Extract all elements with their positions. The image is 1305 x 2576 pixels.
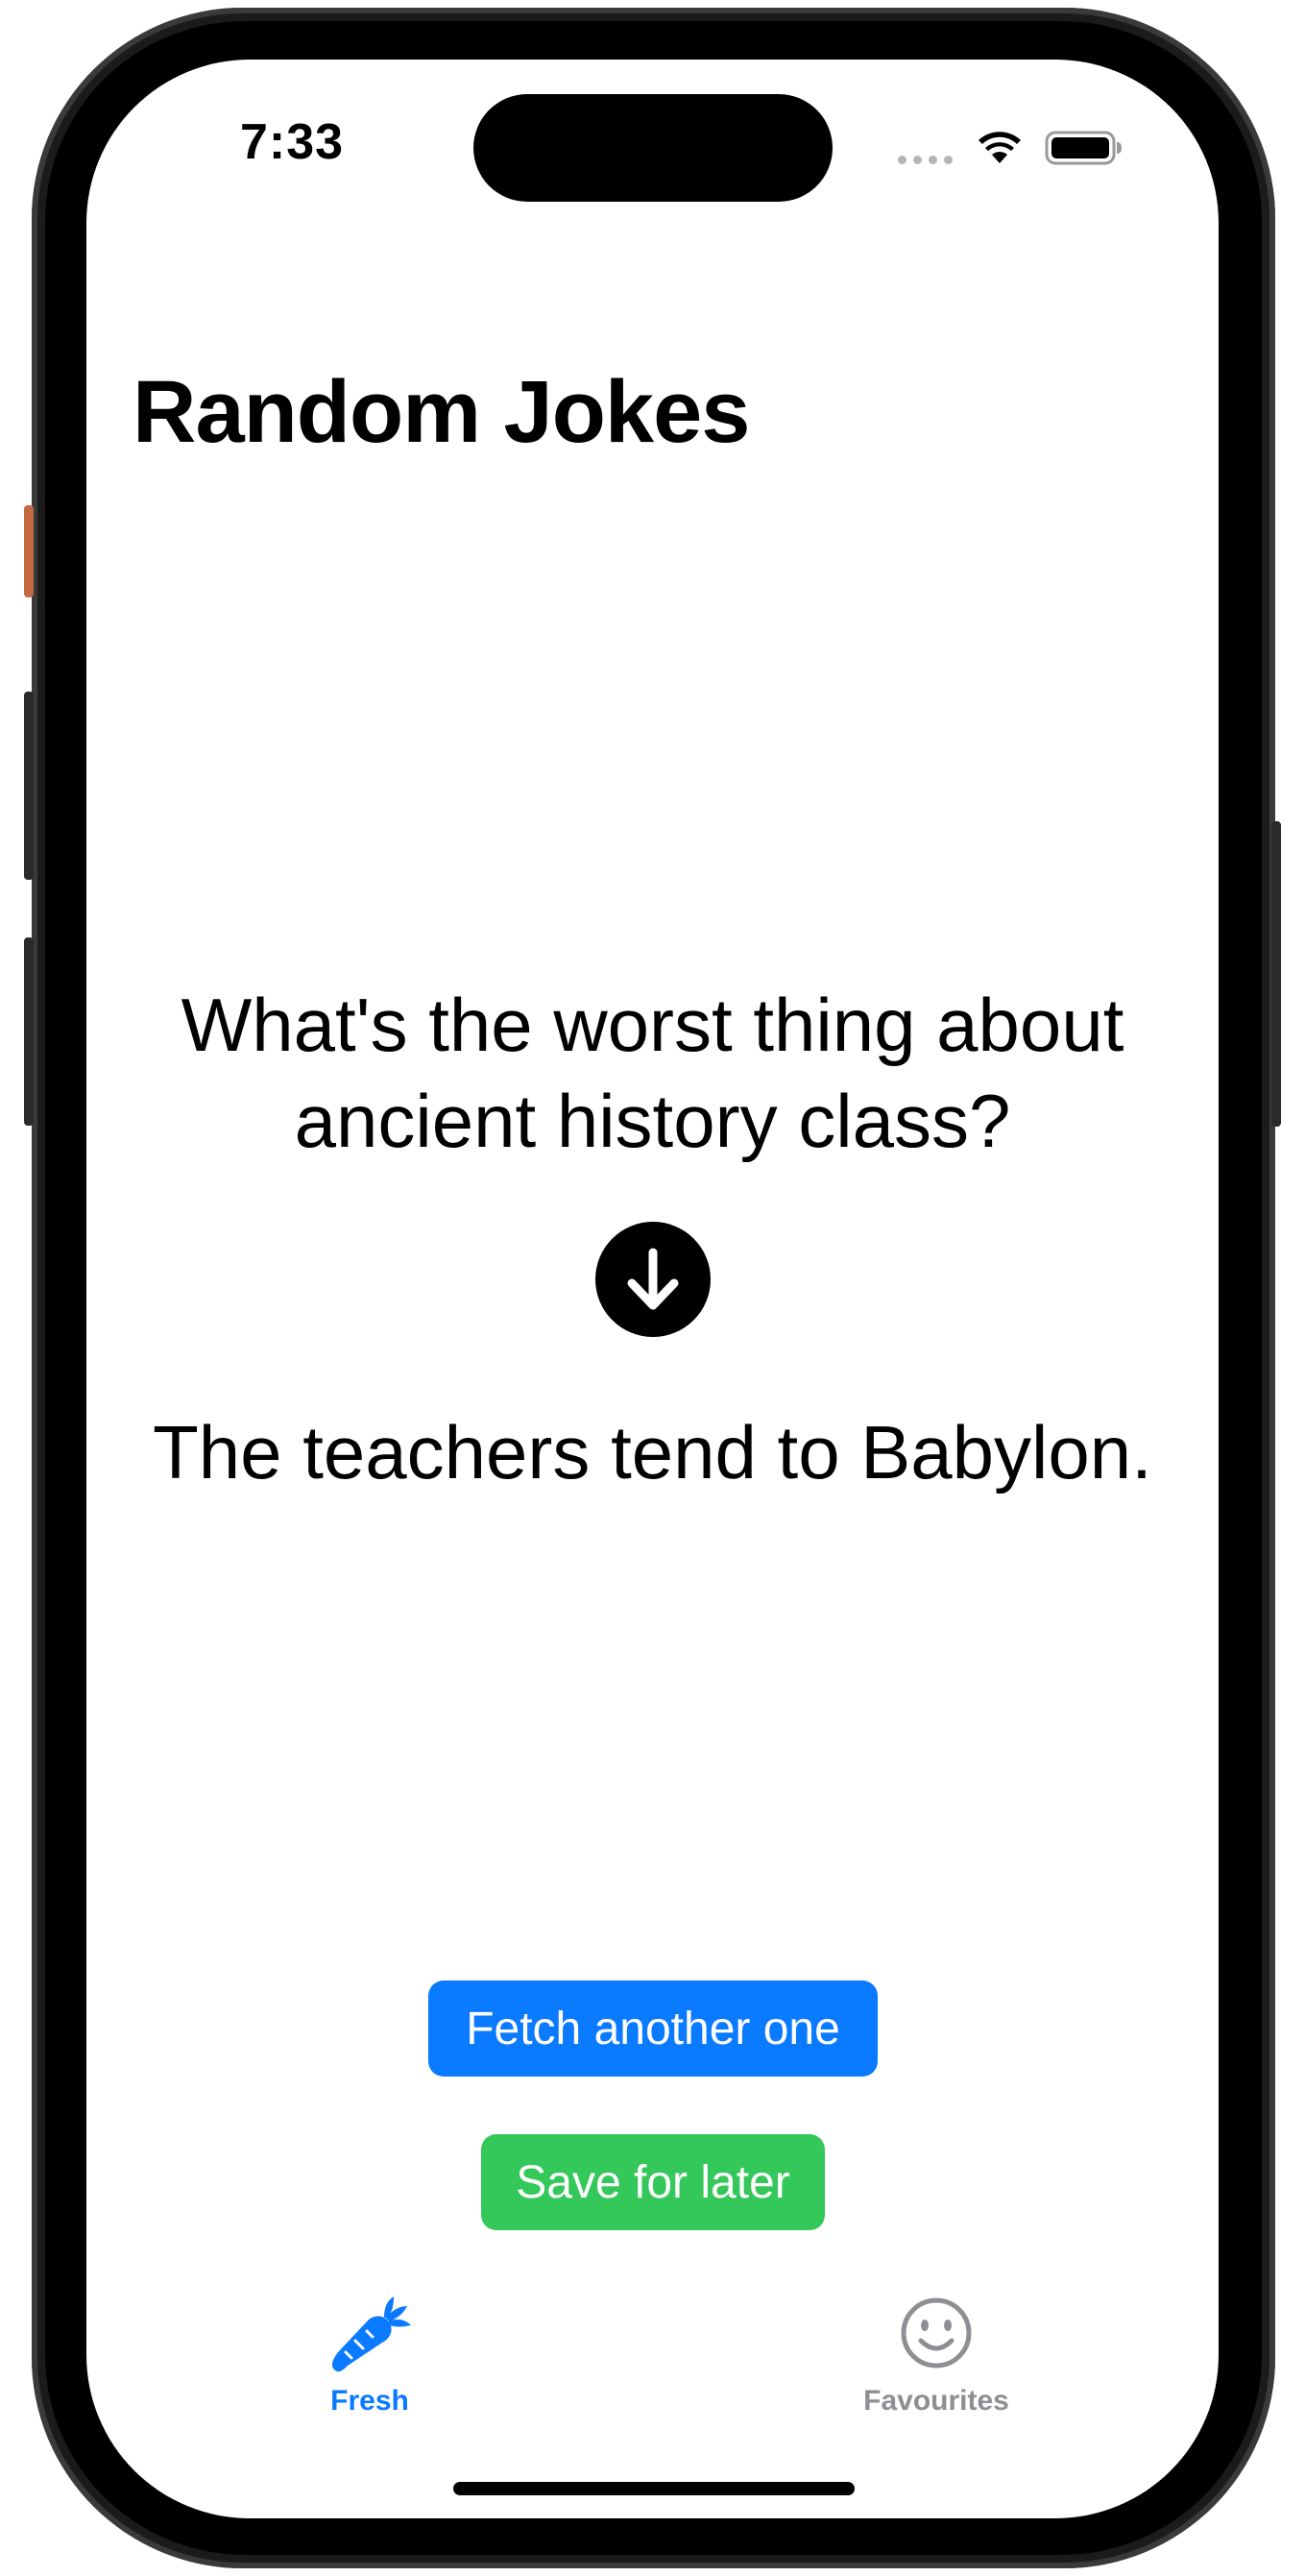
status-time: 7:33 <box>240 114 345 170</box>
joke-setup-text: What's the worst thing about ancient his… <box>181 983 1124 1163</box>
page-title: Random Jokes <box>133 363 750 461</box>
app-screen: 7:33 Random Jokes What's the worst thing… <box>86 60 1219 2518</box>
tab-fresh-label: Fresh <box>330 2385 409 2417</box>
cellular-signal-icon <box>898 156 953 164</box>
arrow-down-circle-icon <box>595 1222 711 1337</box>
dynamic-island <box>473 94 833 202</box>
wifi-icon <box>979 132 1021 163</box>
tab-favourites-label: Favourites <box>863 2385 1009 2417</box>
battery-icon <box>1045 131 1122 165</box>
tab-favourites[interactable]: Favourites <box>811 2293 1061 2427</box>
tab-fresh[interactable]: Fresh <box>245 2293 495 2427</box>
volume-up-button <box>24 692 34 880</box>
joke-punchline-text: The teachers tend to Babylon. <box>153 1410 1152 1495</box>
power-button <box>1271 821 1281 1127</box>
carrot-icon <box>331 2297 411 2372</box>
save-for-later-button[interactable]: Save for later <box>481 2134 825 2230</box>
smiley-face-icon <box>901 2297 972 2369</box>
fetch-another-button[interactable]: Fetch another one <box>428 1981 878 2077</box>
home-indicator[interactable] <box>453 2482 855 2495</box>
action-button <box>24 505 34 597</box>
volume-down-button <box>24 937 34 1126</box>
